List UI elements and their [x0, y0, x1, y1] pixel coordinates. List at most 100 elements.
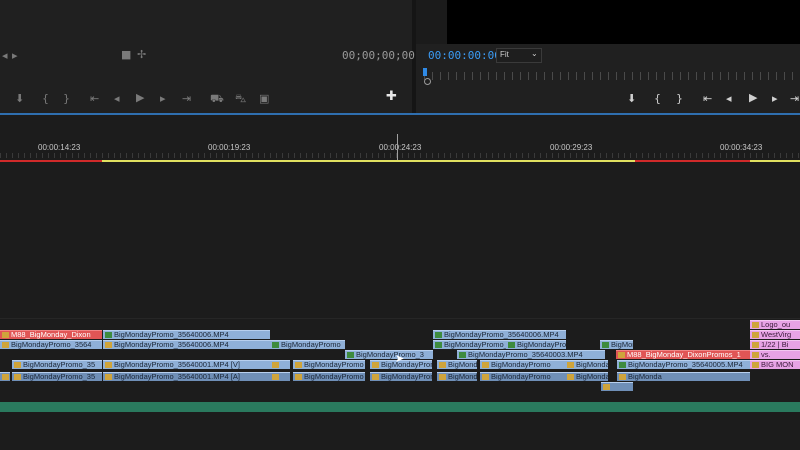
timeline-clip[interactable]: M88_BigMonday_DixonPromos_1 [616, 350, 750, 359]
timeline-clip[interactable]: BigMonday [565, 360, 608, 369]
go-to-out-icon[interactable]: ⇥ [790, 93, 799, 105]
fx-icon [14, 362, 21, 368]
timeline-clip[interactable]: 1/22 | Bi [750, 340, 800, 349]
add-button-icon[interactable]: ✚ [386, 90, 397, 103]
timeline-clip[interactable]: BigMondayPromo_35640006.MP4 [433, 330, 566, 339]
timeline-clip[interactable]: BigMondayPromo_35 [12, 360, 102, 369]
step-back-icon[interactable]: ◂ [726, 93, 732, 105]
fx-icon [295, 374, 302, 380]
timeline-clip[interactable]: BigMondayPromo [437, 372, 477, 381]
fx-icon [372, 374, 379, 380]
timeline-clip[interactable]: vs. [750, 350, 800, 359]
mark-in-icon[interactable]: { [654, 93, 661, 105]
fx-icon [459, 352, 466, 358]
fx-icon [105, 342, 112, 348]
program-timecode[interactable]: 00:00:00:00 [428, 49, 501, 62]
step-forward-icon[interactable]: ▸ [772, 93, 778, 105]
settings-icon[interactable]: ✢ [137, 49, 146, 61]
play-icon[interactable]: ▶ [749, 92, 757, 104]
step-back-icon[interactable]: ◂ [114, 93, 120, 105]
mouse-cursor-icon: ➤ [395, 353, 405, 365]
fx-icon [602, 342, 609, 348]
timeline-clip[interactable]: BigMondayPromo [506, 340, 566, 349]
play-icon[interactable]: ▶ [136, 92, 144, 104]
timeline-clip[interactable]: BigMonda [617, 372, 750, 381]
overwrite-icon[interactable]: ⛍ [235, 93, 246, 105]
mark-out-icon[interactable]: } [676, 93, 683, 105]
mark-out-icon[interactable]: } [63, 93, 70, 105]
fx-icon [105, 374, 112, 380]
step-forward-icon[interactable]: ▸ [160, 93, 166, 105]
timeline-clip[interactable]: BigMondayPromo_3 [345, 350, 433, 359]
fx-icon [347, 352, 354, 358]
timeline-clip[interactable]: BigMondayPromo_35640006.MP4 [103, 330, 270, 339]
program-playhead[interactable] [423, 68, 427, 76]
music-track-bar[interactable] [0, 402, 800, 412]
fx-icon [567, 374, 574, 380]
timeline-clip[interactable]: BigMondayPromo_3564 [0, 340, 102, 349]
fx-icon [752, 352, 759, 358]
timeline-clip[interactable]: BigMondayPromo_35640003.MP4 [457, 350, 605, 359]
render-bar-red [0, 160, 102, 162]
timeline-clip[interactable]: BigMondayPromo_35640006.MP4 [433, 340, 506, 349]
ruler-tick-label: 00:00:14:23 [38, 143, 81, 152]
play-small-icon[interactable]: ▸ [12, 50, 18, 62]
timeline-clip[interactable]: BigMondayPromo [437, 360, 477, 369]
timeline-clip[interactable] [601, 382, 633, 391]
timeline-clip[interactable] [270, 372, 290, 381]
timeline-clip[interactable]: BigMondayPromo [480, 360, 565, 369]
ruler-tick-label: 00:00:24:23 [379, 143, 422, 152]
go-to-in-icon[interactable]: ⇤ [703, 93, 712, 105]
timeline-clip[interactable]: BigMondayPromo [270, 340, 345, 349]
zoom-label: Fit [500, 50, 509, 59]
timeline-playhead[interactable] [397, 134, 398, 160]
timeline-clip[interactable]: BigMondayPromo_35640005.MP4 [617, 360, 750, 369]
timeline-clip[interactable]: Logo_ou [750, 320, 800, 329]
timeline-clip[interactable]: WestVirg [750, 330, 800, 339]
fx-icon [482, 362, 489, 368]
fx-icon [752, 332, 759, 338]
mark-in-icon[interactable]: { [42, 93, 49, 105]
timeline-clip[interactable]: BigMonday [565, 372, 608, 381]
fx-icon [295, 362, 302, 368]
fx-icon [272, 342, 279, 348]
fx-icon [619, 362, 626, 368]
fx-icon [567, 362, 574, 368]
timeline-clip[interactable] [270, 360, 290, 369]
timeline-clip[interactable] [0, 372, 10, 381]
fx-icon [752, 362, 759, 368]
go-to-in-icon[interactable]: ⇤ [90, 93, 99, 105]
timeline-clip[interactable]: BigMonday [600, 340, 633, 349]
ruler-tick-label: 00:00:19:23 [208, 143, 251, 152]
go-to-out-icon[interactable]: ⇥ [182, 93, 191, 105]
add-marker-icon[interactable]: ⬇ [627, 93, 636, 105]
ruler-tick-label: 00:00:34:23 [720, 143, 763, 152]
timeline-clip[interactable]: BigMondayPromo [293, 372, 365, 381]
fx-icon [272, 362, 279, 368]
timeline-clip[interactable]: BigMondayPromo_35640001.MP4 [A] [103, 372, 270, 381]
fx-icon [482, 374, 489, 380]
program-monitor-video [447, 0, 800, 44]
add-marker-icon[interactable]: ⬇ [15, 93, 24, 105]
prev-frame-icon[interactable]: ◂ [2, 50, 8, 62]
timeline-clip[interactable]: M88_BigMonday_Dixon [0, 330, 102, 339]
fx-icon [372, 362, 379, 368]
fx-icon [435, 332, 442, 338]
timeline-clip[interactable]: BigMondayPromo_35640006.MP4 [103, 340, 270, 349]
timeline-clip[interactable]: BigMondayPromo [293, 360, 365, 369]
export-frame-icon[interactable]: ▣ [259, 93, 269, 105]
program-ruler[interactable] [424, 72, 800, 80]
timeline-clip[interactable]: BigMondayPromo_3 [370, 372, 432, 381]
fx-icon [14, 374, 21, 380]
stop-icon[interactable]: ■ [121, 49, 131, 61]
chevron-down-icon: ⌄ [531, 49, 538, 58]
timeline-clip[interactable]: BigMondayPromo_35640001.MP4 [V] [103, 360, 270, 369]
timeline-panel [0, 115, 800, 450]
track-separator [0, 318, 800, 319]
source-timecode: 00;00;00;00 [342, 49, 415, 62]
timeline-clip[interactable]: BigMondayPromo [480, 372, 565, 381]
timeline-clip[interactable]: BIG MON [750, 360, 800, 369]
render-bar-yellow [750, 160, 800, 162]
insert-icon[interactable]: ⛟ [210, 93, 224, 105]
timeline-clip[interactable]: BigMondayPromo_35 [12, 372, 102, 381]
